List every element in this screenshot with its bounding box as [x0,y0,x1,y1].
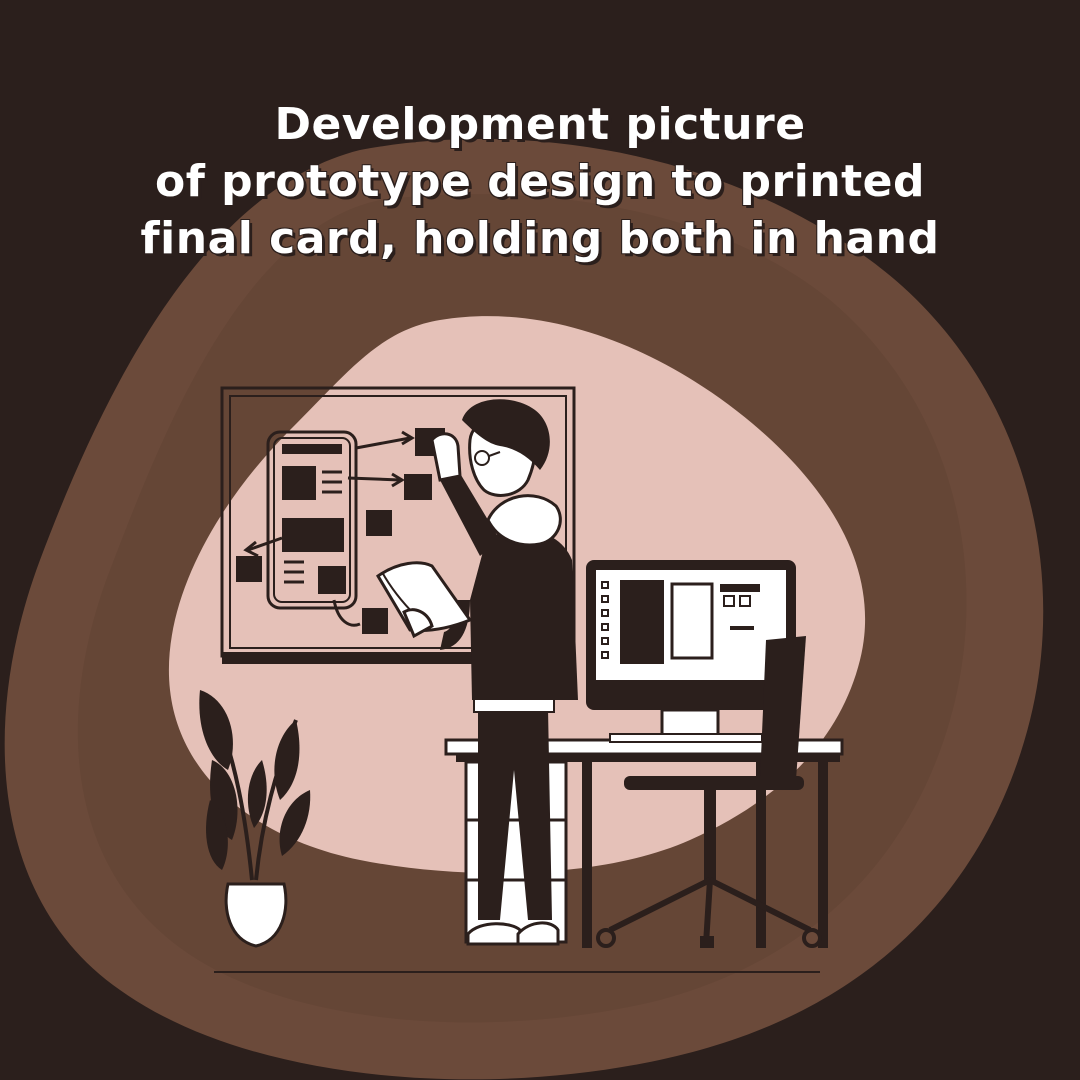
illustration-card: Development picture of prototype design … [0,0,1080,1080]
page-title: Development picture of prototype design … [40,96,1040,268]
title-line-3: final card, holding both in hand [140,213,940,265]
title-line-2: of prototype design to printed [154,156,926,208]
title-line-1: Development picture [274,99,806,150]
